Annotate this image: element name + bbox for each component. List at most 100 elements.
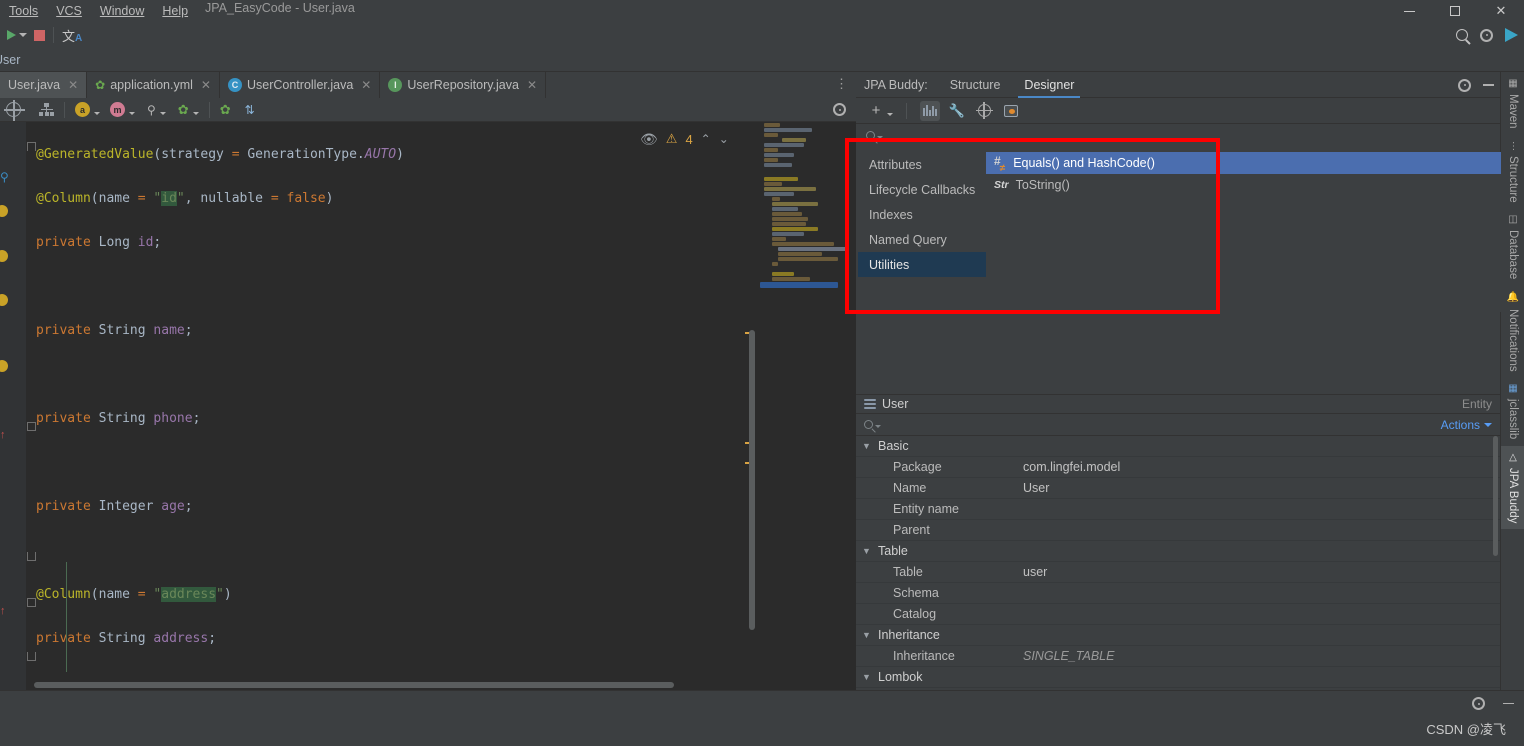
run-config-chevron-down-icon[interactable] [19,33,27,37]
chevron-down-icon[interactable] [94,111,100,115]
editor-tab-user-java[interactable]: User.java ✕ [0,72,88,98]
property-row-entity-name[interactable]: Entity name [856,499,1500,520]
jpa-buddy-icon: △ [1507,451,1519,463]
sidebar-item-maven[interactable]: ▦ Maven [1501,72,1524,135]
property-table-scrollbar[interactable] [1493,436,1498,556]
chevron-down-icon[interactable] [887,112,893,116]
close-icon[interactable]: ✕ [361,78,371,92]
menu-item-utilities[interactable]: Utilities [858,252,986,277]
actions-dropdown[interactable]: Actions [1441,418,1492,432]
find-leaf-icon[interactable]: ✿ [178,102,189,118]
chevron-down-icon[interactable] [877,136,883,139]
property-label: Name [893,481,927,495]
maximize-button[interactable] [1432,0,1478,22]
property-label: Schema [893,586,939,600]
tab-label: UserRepository.java [407,78,519,92]
stop-icon[interactable] [34,29,45,41]
close-icon[interactable]: ✕ [527,78,537,92]
menu-item-tostring[interactable]: Str ToString() [986,174,1501,196]
hierarchy-icon[interactable] [39,103,54,116]
menu-item-equals-and-hashcode[interactable]: #≠ Equals() and HashCode() [986,152,1501,174]
gutter-marker-bean[interactable]: ⚲ [0,170,9,184]
sidebar-item-notifications[interactable]: 🔔 Notifications [1501,285,1524,377]
editor-tab-usercontroller-java[interactable]: C UserController.java ✕ [220,72,381,98]
database-icon: ◫ [1507,214,1519,226]
more-options-icon[interactable]: ⋮ [835,76,848,92]
chevron-down-icon[interactable] [192,111,199,115]
editor-vertical-scrollbar[interactable] [749,330,755,630]
menu-item-help[interactable]: Help [153,2,197,20]
minimize-icon[interactable] [1483,84,1494,86]
property-row-schema[interactable]: Schema [856,583,1500,604]
columns-icon[interactable] [920,100,940,121]
tab-structure[interactable]: Structure [938,72,1013,98]
sidebar-item-database[interactable]: ◫ Database [1501,208,1524,285]
chevron-down-icon[interactable] [159,111,166,115]
editor-tab-application-yml[interactable]: ✿ application.yml ✕ [87,72,220,98]
menu-item-indexes[interactable]: Indexes [858,202,986,227]
editor-fold-column[interactable] [26,122,36,690]
menu-item-lifecycle-callbacks[interactable]: Lifecycle Callbacks [858,177,986,202]
gear-icon[interactable] [1472,697,1485,710]
menu-item-named-query[interactable]: Named Query [858,227,986,252]
translate-icon[interactable]: 文A [62,26,82,45]
property-group-lombok[interactable]: ▼ Lombok [856,667,1500,688]
property-group-basic[interactable]: ▼ Basic [856,436,1500,457]
gear-icon[interactable] [1480,28,1493,42]
target-icon[interactable] [974,101,994,121]
diagram-icon[interactable] [4,100,25,121]
gear-icon[interactable] [833,103,846,116]
tab-designer[interactable]: Designer [1012,72,1086,98]
menu-item-tools[interactable]: Tools [0,2,47,20]
property-row-name[interactable]: Name User [856,478,1500,499]
gutter-marker-override[interactable]: ↑ [0,603,6,617]
chevron-down-icon[interactable] [875,425,881,428]
code-content[interactable]: @GeneratedValue(strategy = GenerationTyp… [36,122,856,690]
db-preview-icon[interactable] [1001,101,1021,121]
close-icon[interactable]: ✕ [201,78,211,92]
gutter-marker-override[interactable]: ↑ [0,427,6,441]
property-row-catalog[interactable]: Catalog [856,604,1500,625]
property-row-parent[interactable]: Parent [856,520,1500,541]
code-minimap[interactable] [760,122,846,302]
menu-item-attributes[interactable]: Attributes [858,152,986,177]
sort-icon[interactable]: ⇅ [245,103,255,117]
entity-property-table[interactable]: ▼ Basic Package com.lingfei.model Name User… [856,436,1500,690]
close-icon[interactable]: ✕ [68,78,78,92]
menu-item-window[interactable]: Window [91,2,153,20]
property-row-table[interactable]: Table user [856,562,1500,583]
property-row-package[interactable]: Package com.lingfei.model [856,457,1500,478]
menu-item-vcs[interactable]: VCS [47,2,91,20]
sidebar-item-jpa-buddy[interactable]: △ JPA Buddy [1501,445,1524,529]
minimize-button[interactable] [1386,0,1432,22]
jpa-buddy-search-bar[interactable] [856,124,1500,148]
spring-leaf-icon[interactable]: ✿ [220,102,231,118]
ide-feature-icon[interactable] [1505,28,1518,42]
entity-search-bar[interactable]: Actions [856,414,1500,436]
run-icon[interactable] [7,30,16,40]
minimize-icon[interactable] [1503,702,1514,705]
wrench-icon[interactable]: 🔧 [947,101,967,121]
eye-off-icon[interactable]: 👁 [640,131,658,148]
property-group-inheritance[interactable]: ▼ Inheritance [856,625,1500,646]
chevron-down-icon[interactable]: ⌄ [719,132,729,146]
breadcrumb-item-user[interactable]: User [0,53,20,67]
close-button[interactable]: ✕ [1478,0,1524,22]
sidebar-item-jclasslib[interactable]: ▦ jclasslib [1501,377,1524,445]
chevron-up-icon[interactable]: ⌃ [701,132,711,146]
sidebar-item-structure[interactable]: ⋯ Structure [1501,135,1524,209]
chevron-down-icon[interactable] [129,111,135,115]
add-icon[interactable]: + [866,101,886,121]
gear-icon[interactable] [1458,78,1471,92]
editor-tab-userrepository-java[interactable]: I UserRepository.java ✕ [380,72,547,98]
attribute-a-icon[interactable]: a [75,102,90,117]
mapping-m-icon[interactable]: m [110,102,125,117]
editor-horizontal-scrollbar[interactable] [34,682,674,688]
code-editor[interactable]: @GeneratedValue(strategy = GenerationTyp… [0,122,856,690]
sidebar-item-label: Maven [1507,94,1519,129]
property-value: SINGLE_TABLE [1023,649,1115,663]
search-icon[interactable] [1456,29,1471,45]
key-icon[interactable]: ⚲ [147,103,156,117]
property-group-table[interactable]: ▼ Table [856,541,1500,562]
property-row-inheritance[interactable]: Inheritance SINGLE_TABLE [856,646,1500,667]
